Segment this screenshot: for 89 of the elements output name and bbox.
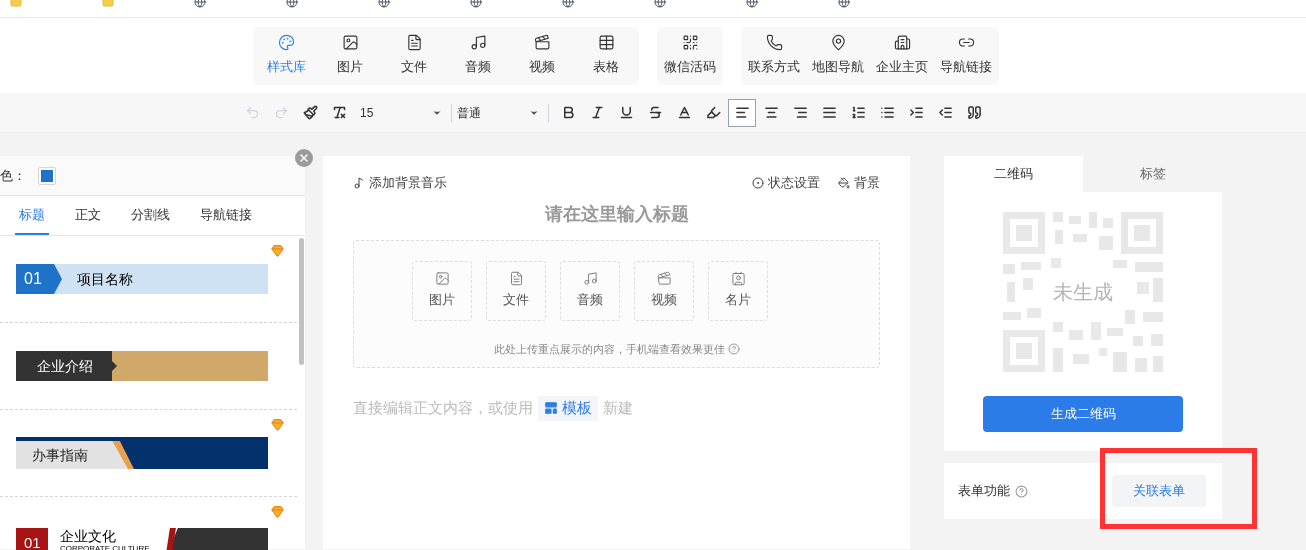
building-icon bbox=[893, 34, 911, 52]
upload-tile[interactable]: 名片 bbox=[708, 260, 768, 321]
italic-icon bbox=[589, 105, 605, 120]
align-right-icon bbox=[792, 105, 808, 120]
text-color-icon bbox=[676, 105, 692, 120]
paint-bucket-icon bbox=[838, 176, 850, 189]
scrollbar[interactable] bbox=[299, 238, 304, 365]
strikethrough-icon bbox=[647, 105, 663, 120]
clear-format-icon bbox=[331, 105, 347, 120]
insert-tool-button[interactable]: 表格 bbox=[574, 26, 638, 85]
banner-number: 01 bbox=[16, 527, 48, 550]
template-button[interactable]: 模板 bbox=[538, 395, 598, 421]
align-center-icon bbox=[763, 105, 779, 120]
help-icon bbox=[1015, 484, 1028, 498]
insert-tool-button[interactable]: 音频 bbox=[446, 26, 510, 85]
paragraph-style-dropdown[interactable]: 普通 bbox=[457, 103, 543, 122]
upload-tile[interactable]: 视频 bbox=[634, 260, 694, 321]
insert-tool-button[interactable]: 图片 bbox=[318, 26, 382, 85]
insert-tool-button[interactable]: 文件 bbox=[382, 26, 446, 85]
status-settings-button[interactable]: 状态设置 bbox=[752, 173, 820, 193]
insert-tool-button[interactable]: 企业主页 bbox=[870, 26, 934, 85]
insert-tool-button[interactable]: 微信活码 bbox=[658, 26, 722, 85]
background-button[interactable]: 背景 bbox=[838, 173, 880, 193]
link-form-button[interactable]: 关联表单 bbox=[1112, 475, 1206, 507]
bullet-list-icon bbox=[879, 105, 895, 120]
music-note-icon bbox=[353, 176, 365, 189]
contact-card-icon bbox=[730, 271, 746, 287]
banner-subtitle: CORPORATE CULTURE bbox=[60, 543, 151, 550]
title-style-banner[interactable]: 01 企业文化 CORPORATE CULTURE bbox=[16, 527, 268, 550]
video-icon bbox=[656, 271, 672, 287]
body-placeholder-end: 新建 bbox=[603, 397, 633, 418]
form-label: 表单功能 bbox=[958, 482, 1010, 501]
music-icon bbox=[469, 34, 487, 52]
upload-tile[interactable]: 图片 bbox=[412, 260, 472, 321]
style-tab[interactable]: 导航链接 bbox=[196, 196, 256, 235]
upload-hint: 此处上传重点展示的内容，手机端查看效果更佳 bbox=[493, 341, 725, 357]
video-icon bbox=[533, 34, 551, 52]
file-icon bbox=[508, 271, 524, 287]
insert-tool-button[interactable]: 导航链接 bbox=[934, 26, 998, 85]
side-tab[interactable]: 标签 bbox=[1083, 156, 1222, 192]
color-label: 色： bbox=[0, 166, 26, 185]
template-icon bbox=[544, 401, 558, 415]
undo-icon bbox=[244, 105, 260, 120]
style-tab[interactable]: 正文 bbox=[71, 196, 105, 235]
radio-dot-icon bbox=[752, 176, 764, 189]
generate-qr-button[interactable]: 生成二维码 bbox=[983, 396, 1183, 432]
qr-code-icon bbox=[681, 34, 699, 52]
banner-title: 企业介绍 bbox=[16, 351, 112, 381]
image-icon bbox=[434, 271, 450, 287]
style-tab[interactable]: 分割线 bbox=[127, 196, 174, 235]
format-painter-icon bbox=[302, 105, 318, 120]
music-icon bbox=[582, 271, 598, 287]
title-style-banner[interactable]: 办事指南 bbox=[16, 437, 268, 469]
insert-tool-button[interactable]: 样式库 bbox=[254, 26, 318, 85]
highlight-color-icon bbox=[705, 105, 721, 120]
upload-tile[interactable]: 音频 bbox=[560, 260, 620, 321]
font-size-dropdown[interactable]: 15 bbox=[360, 103, 446, 122]
banner-title: 企业文化 bbox=[60, 527, 117, 544]
ordered-list-icon bbox=[850, 105, 866, 120]
insert-tool-button[interactable]: 联系方式 bbox=[742, 26, 806, 85]
map-pin-icon bbox=[829, 34, 847, 52]
insert-tool-button[interactable]: 视频 bbox=[510, 26, 574, 85]
banner-number: 01 bbox=[16, 264, 54, 294]
table-icon bbox=[597, 34, 615, 52]
upload-tile[interactable]: 文件 bbox=[486, 260, 546, 321]
outdent-icon bbox=[937, 105, 953, 120]
file-icon bbox=[405, 34, 423, 52]
align-left-button[interactable] bbox=[728, 98, 756, 127]
color-swatch[interactable] bbox=[38, 166, 56, 185]
close-button[interactable] bbox=[295, 149, 313, 167]
indent-icon bbox=[908, 105, 924, 120]
add-music-button[interactable]: 添加背景音乐 bbox=[353, 173, 447, 193]
close-icon bbox=[298, 152, 310, 164]
upload-area[interactable]: 图片 文件 音频 视频 名片 此处上传重点展示的内容，手机端查看效果更佳 bbox=[353, 239, 880, 368]
image-icon bbox=[341, 34, 359, 52]
style-tab[interactable]: 标题 bbox=[15, 196, 49, 235]
align-left-icon bbox=[734, 105, 750, 120]
title-style-banner[interactable]: 企业介绍 bbox=[16, 351, 268, 381]
underline-icon bbox=[618, 105, 634, 120]
insert-tool-button[interactable]: 地图导航 bbox=[806, 26, 870, 85]
banner-title: 办事指南 bbox=[32, 445, 88, 465]
banner-title: 项目名称 bbox=[77, 269, 133, 289]
title-style-banner[interactable]: 01 项目名称 bbox=[16, 264, 268, 294]
quote-icon bbox=[966, 105, 982, 120]
redo-icon bbox=[273, 105, 289, 120]
justify-icon bbox=[821, 105, 837, 120]
palette-icon bbox=[277, 34, 295, 52]
help-icon bbox=[727, 342, 740, 355]
phone-icon bbox=[765, 34, 783, 52]
